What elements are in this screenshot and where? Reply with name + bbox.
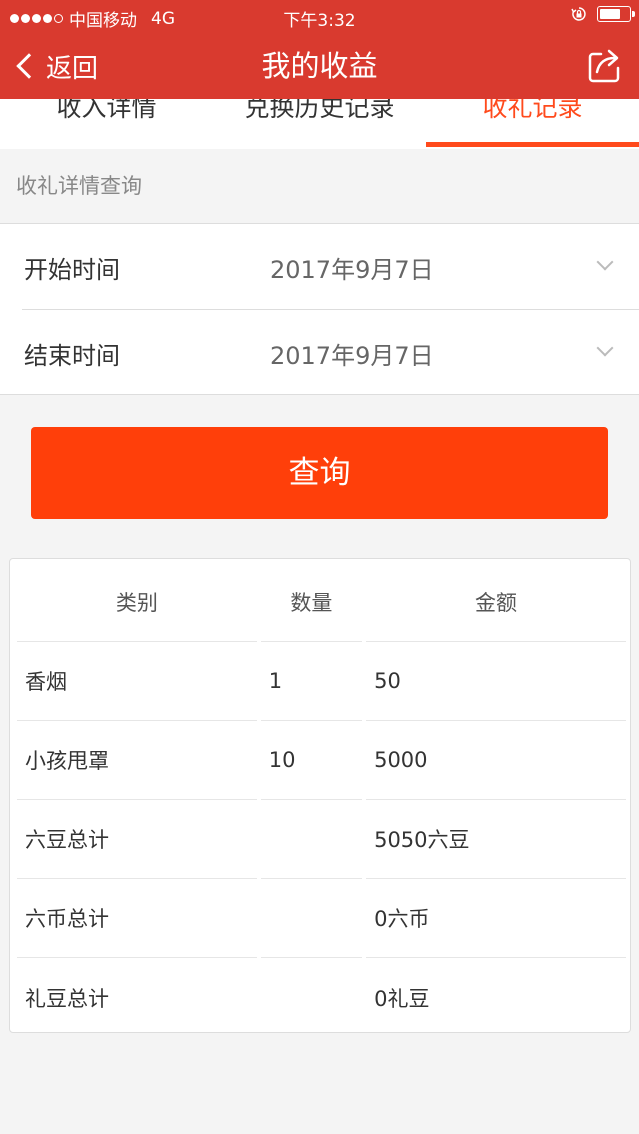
- status-bar: 中国移动 4G 下午3:32: [0, 0, 639, 34]
- start-date-label: 开始时间: [24, 256, 120, 284]
- end-date-label: 结束时间: [24, 342, 120, 370]
- date-filter-panel: 开始时间 2017年9月7日 结束时间 2017年9月7日: [0, 223, 639, 395]
- section-header: 收礼详情查询: [16, 174, 142, 198]
- back-button[interactable]: 返回: [12, 46, 98, 86]
- end-date-row[interactable]: 结束时间 2017年9月7日: [0, 310, 639, 396]
- battery-icon: [597, 6, 635, 22]
- cell-amount: 5000: [366, 721, 626, 800]
- battery-fill: [600, 9, 620, 19]
- header-category: 类别: [17, 562, 257, 642]
- results-table: 类别 数量 金额 香烟 1 50 小孩甩罩 10 5000 六豆总计 5050六…: [13, 562, 630, 1037]
- chevron-down-icon[interactable]: [596, 253, 614, 271]
- table-row: 香烟 1 50: [17, 642, 626, 721]
- chevron-down-icon[interactable]: [596, 339, 614, 357]
- cell-amount: 0礼豆: [374, 986, 430, 1011]
- cell-quantity: 1: [260, 642, 363, 721]
- chevron-left-icon: [16, 53, 42, 79]
- table-row: 六豆总计 5050六豆: [17, 800, 626, 879]
- share-icon[interactable]: [587, 46, 623, 84]
- cell-quantity: [260, 800, 363, 879]
- cell-category: 香烟: [17, 642, 257, 721]
- table-header-row: 类别 数量 金额: [17, 562, 626, 642]
- cell-quantity: [261, 958, 362, 1037]
- query-button[interactable]: 查询: [31, 427, 608, 519]
- start-date-row[interactable]: 开始时间 2017年9月7日: [0, 224, 639, 310]
- cell-amount: 50: [366, 642, 626, 721]
- cell-quantity: [260, 879, 363, 958]
- header-quantity: 数量: [260, 562, 363, 642]
- table-row: 小孩甩罩 10 5000: [17, 721, 626, 800]
- cell-category: 小孩甩罩: [17, 721, 257, 800]
- nav-bar: 我的收益 返回: [0, 34, 639, 99]
- status-right: [571, 6, 635, 22]
- cell-amount: 0六币: [366, 879, 626, 958]
- rotation-lock-icon: [571, 7, 586, 21]
- active-tab-indicator: [426, 142, 639, 147]
- table-row: 礼豆总计 0礼豆: [17, 958, 626, 1037]
- start-date-value[interactable]: 2017年9月7日: [270, 250, 434, 285]
- end-date-value[interactable]: 2017年9月7日: [270, 336, 434, 371]
- cell-category: 六豆总计: [17, 800, 257, 879]
- cell-quantity: 10: [260, 721, 363, 800]
- table-row: 六币总计 0六币: [17, 879, 626, 958]
- cell-category: 礼豆总计: [25, 986, 109, 1011]
- results-card: 类别 数量 金额 香烟 1 50 小孩甩罩 10 5000 六豆总计 5050六…: [9, 558, 631, 1033]
- cell-amount: 5050六豆: [366, 800, 626, 879]
- header-amount: 金额: [366, 562, 626, 642]
- cell-category: 六币总计: [17, 879, 257, 958]
- status-time: 下午3:32: [283, 11, 356, 31]
- back-label: 返回: [46, 53, 99, 84]
